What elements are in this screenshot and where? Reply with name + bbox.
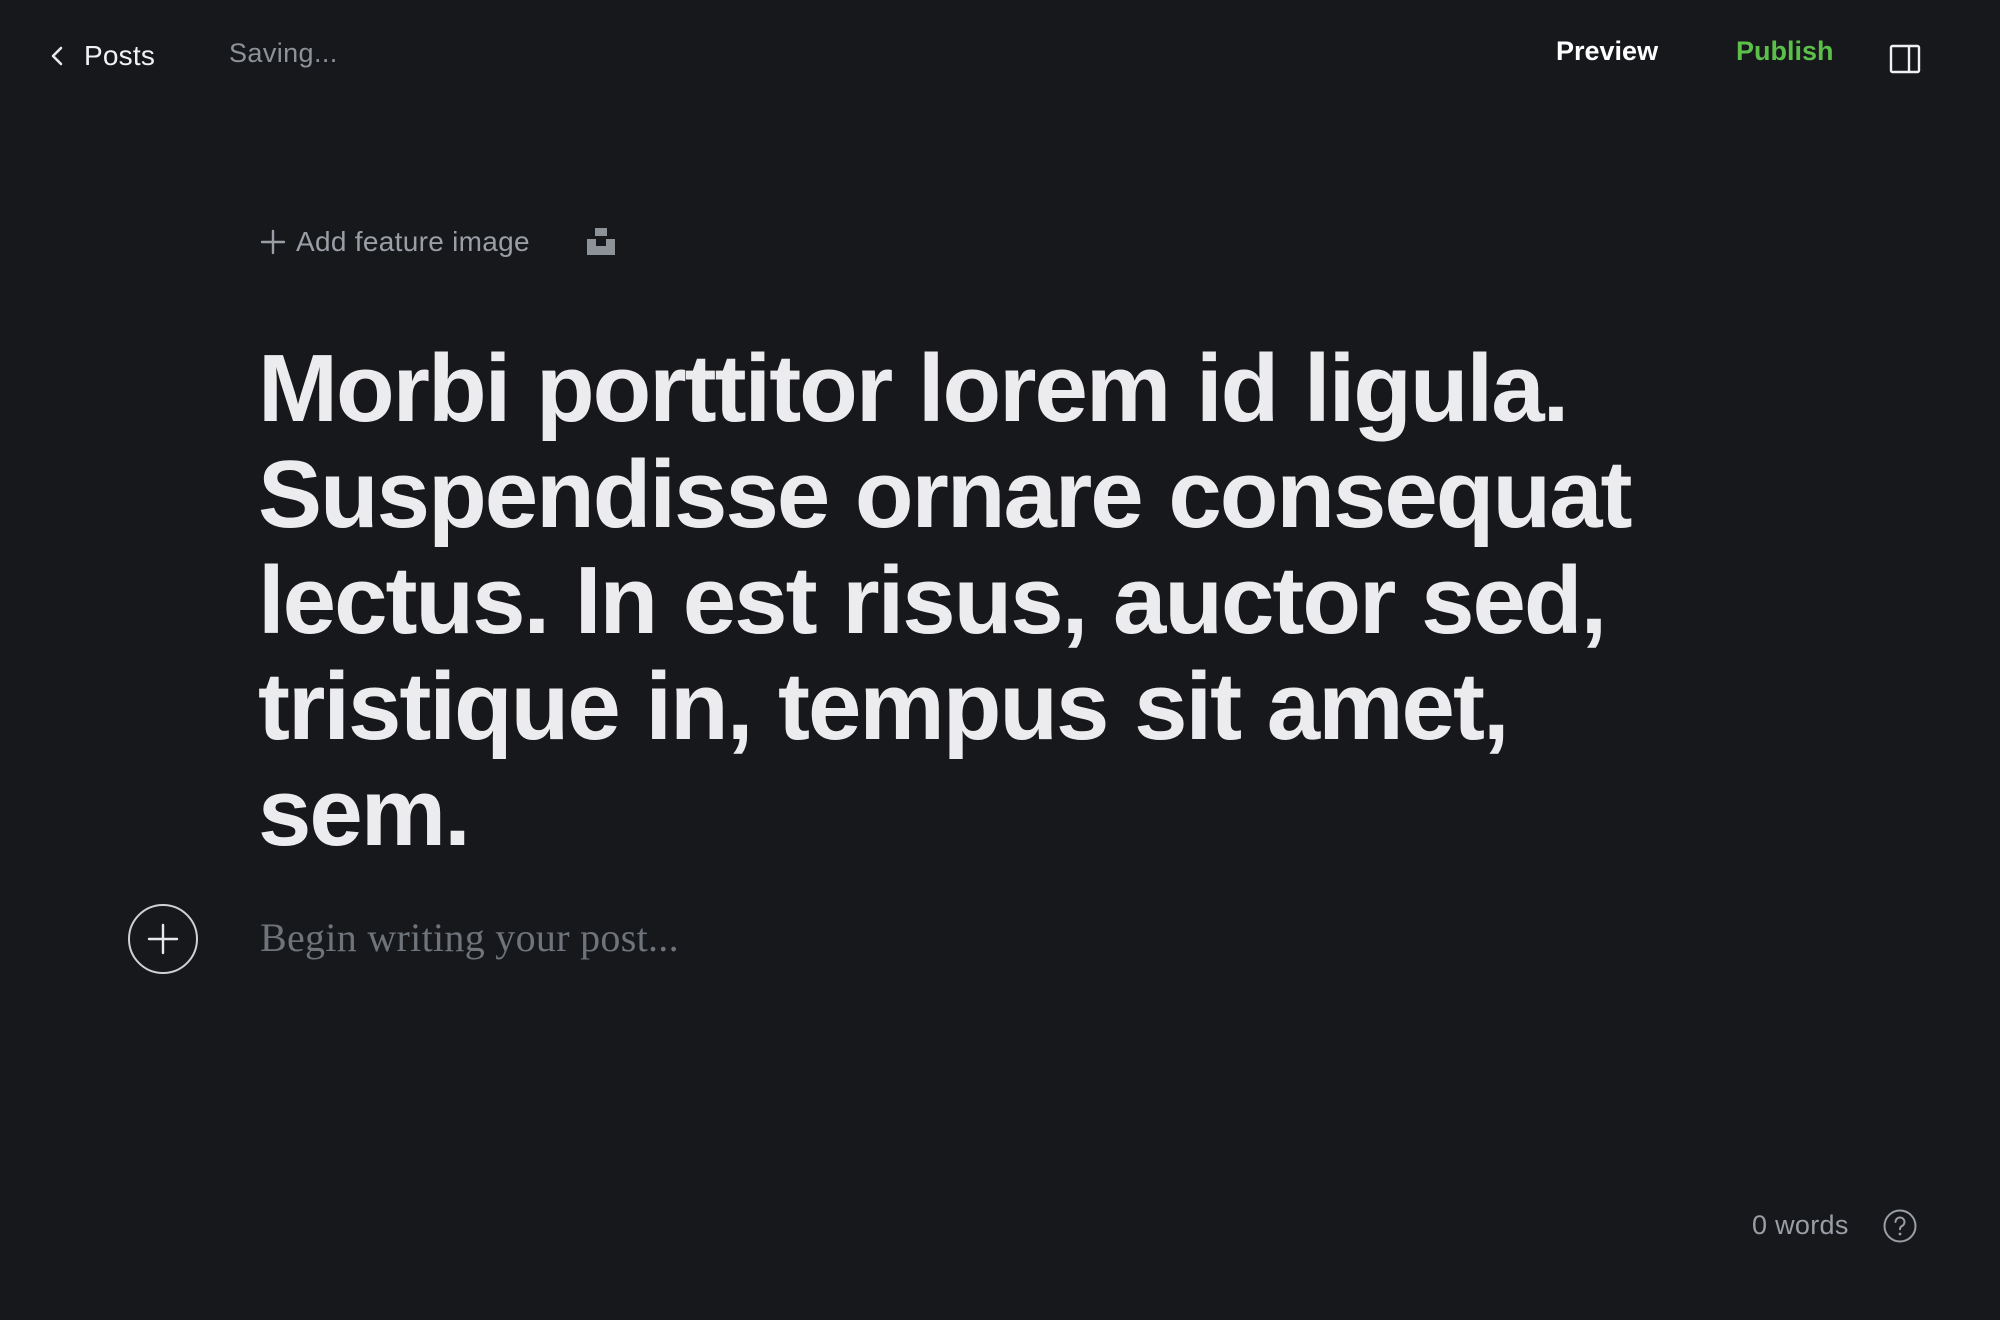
- editor-topbar: Posts Saving... Preview Publish: [0, 0, 2000, 112]
- sidebar-toggle-icon[interactable]: [1888, 42, 1922, 76]
- post-editor: Posts Saving... Preview Publish Add feat…: [0, 0, 2000, 1320]
- post-body-placeholder[interactable]: Begin writing your post...: [260, 914, 679, 961]
- add-feature-image-button[interactable]: Add feature image: [258, 226, 530, 258]
- help-icon[interactable]: [1882, 1208, 1918, 1244]
- preview-button[interactable]: Preview: [1556, 36, 1658, 67]
- post-title[interactable]: Morbi porttitor lorem id ligula. Suspend…: [258, 336, 1718, 866]
- chevron-left-icon: [50, 36, 84, 76]
- save-status: Saving...: [229, 38, 338, 68]
- plus-icon: [147, 923, 179, 955]
- unsplash-icon[interactable]: [586, 226, 616, 256]
- feature-image-row: Add feature image: [258, 220, 615, 264]
- publish-button[interactable]: Publish: [1736, 36, 1834, 67]
- plus-icon: [258, 227, 288, 257]
- add-feature-image-label: Add feature image: [296, 226, 530, 257]
- back-to-posts-link[interactable]: Posts: [50, 36, 155, 76]
- add-card-button[interactable]: [128, 904, 198, 974]
- word-count: 0 words: [1752, 1210, 1849, 1240]
- back-link-label: Posts: [84, 40, 156, 71]
